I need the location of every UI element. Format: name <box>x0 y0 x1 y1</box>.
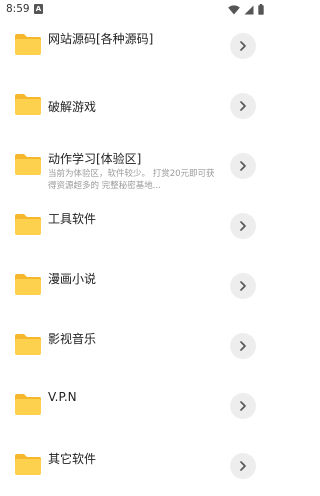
folder-title: 其它软件 <box>48 452 97 466</box>
folder-item[interactable]: 漫画小说 <box>0 256 270 316</box>
chevron-right-icon <box>240 41 246 51</box>
chevron-right-icon <box>240 221 246 231</box>
chevron-right-button[interactable] <box>230 393 256 419</box>
chevron-right-icon <box>240 401 246 411</box>
chevron-right-icon <box>240 461 246 471</box>
folder-icon <box>15 334 41 355</box>
battery-icon <box>258 4 264 15</box>
folder-title: 破解游戏 <box>48 100 97 114</box>
folder-description: 当前为体验区，软件较少。 打赏20元即可获得资源超多的 完整秘密基地... <box>48 169 215 191</box>
folder-item[interactable]: V.P.N <box>0 376 270 436</box>
chevron-right-icon <box>240 161 246 171</box>
folder-item[interactable]: 动作学习[体验区] 当前为体验区，软件较少。 打赏20元即可获得资源超多的 完整… <box>0 136 270 196</box>
status-icons <box>228 4 264 15</box>
folder-title: 影视音乐 <box>48 332 97 346</box>
chevron-right-button[interactable] <box>230 273 256 299</box>
folder-title: 网站源码[各种源码] <box>48 32 154 46</box>
folder-title: V.P.N <box>48 390 77 404</box>
folder-icon <box>15 394 41 415</box>
folder-title: 工具软件 <box>48 212 97 226</box>
notification-icon: A <box>34 4 43 14</box>
folder-item[interactable]: 破解游戏 <box>0 76 270 136</box>
folder-icon <box>15 154 41 175</box>
signal-icon <box>244 5 254 14</box>
chevron-right-button[interactable] <box>230 153 256 179</box>
folder-icon <box>15 274 41 295</box>
chevron-right-icon <box>240 281 246 291</box>
folder-title: 漫画小说 <box>48 272 97 286</box>
folder-item[interactable]: 网站源码[各种源码] <box>0 16 270 76</box>
chevron-right-button[interactable] <box>230 213 256 239</box>
folder-list: 网站源码[各种源码] 破解游戏 动作学习[体验区] 当前为体验区，软件较少。 打… <box>0 16 270 496</box>
folder-item[interactable]: 工具软件 <box>0 196 270 256</box>
folder-icon <box>15 454 41 475</box>
status-time: 8:59 <box>6 3 30 15</box>
folder-title: 动作学习[体验区] <box>48 152 142 166</box>
folder-icon <box>15 94 41 115</box>
folder-item[interactable]: 其它软件 <box>0 436 270 496</box>
chevron-right-icon <box>240 341 246 351</box>
folder-item[interactable]: 影视音乐 <box>0 316 270 376</box>
chevron-right-button[interactable] <box>230 453 256 479</box>
chevron-right-button[interactable] <box>230 93 256 119</box>
chevron-right-button[interactable] <box>230 333 256 359</box>
folder-icon <box>15 34 41 55</box>
folder-icon <box>15 214 41 235</box>
wifi-icon <box>228 4 240 15</box>
chevron-right-icon <box>240 101 246 111</box>
chevron-right-button[interactable] <box>230 33 256 59</box>
